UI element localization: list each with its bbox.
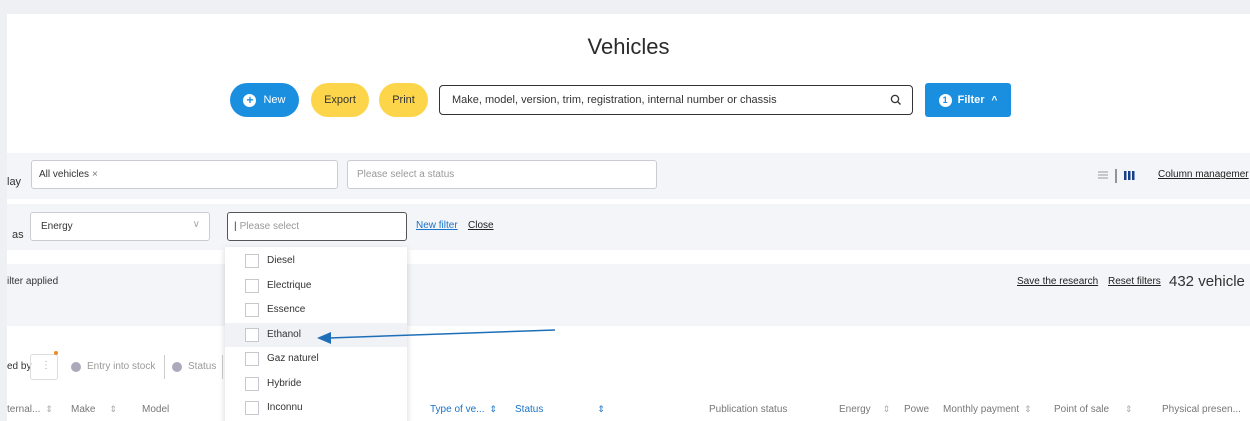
option-checkbox[interactable]: [245, 328, 259, 342]
search-placeholder: Make, model, version, trim, registration…: [452, 94, 777, 106]
option-checkbox[interactable]: [245, 254, 259, 268]
sorted-by-label: ed by: [7, 361, 32, 372]
column-header[interactable]: Model: [142, 404, 169, 415]
option-checkbox[interactable]: [245, 303, 259, 317]
filter-value-input[interactable]: | Please select: [227, 212, 407, 241]
print-button[interactable]: Print: [379, 83, 428, 117]
column-header[interactable]: Status ⇕: [515, 404, 605, 415]
column-header[interactable]: ternal... ⇕: [7, 404, 53, 415]
dropdown-option[interactable]: Gaz naturel: [225, 347, 407, 371]
plus-icon: +: [243, 93, 257, 107]
export-button-label: Export: [324, 94, 356, 106]
results-bar: [7, 264, 1250, 326]
sort-indicator-dot: [54, 351, 58, 355]
option-checkbox[interactable]: [245, 377, 259, 391]
sort-chip-status[interactable]: Status: [172, 361, 216, 372]
sort-chip-entry-label: Entry into stock: [87, 361, 156, 372]
chevron-down-icon: ∨: [192, 219, 200, 230]
filter-row-label: as: [12, 229, 24, 241]
column-header[interactable]: Monthly payment ⇕: [943, 404, 1032, 415]
new-button[interactable]: + New: [230, 83, 299, 117]
filter-applied-text: ilter applied: [7, 276, 59, 287]
sort-chip-icon: [71, 361, 81, 372]
dropdown-option[interactable]: Hybride: [225, 372, 407, 396]
sort-chip-entry[interactable]: Entry into stock: [71, 361, 155, 372]
column-header[interactable]: Type of ve... ⇕: [430, 404, 497, 415]
status-select[interactable]: Please select a status: [347, 160, 657, 189]
column-header[interactable]: Powe: [904, 404, 929, 415]
energy-dropdown-menu: Diesel Electrique Essence Ethanol Gaz na…: [225, 247, 407, 421]
close-filter-link[interactable]: Close: [468, 220, 494, 231]
divider: [222, 355, 223, 379]
search-input[interactable]: Make, model, version, trim, registration…: [439, 85, 913, 115]
dropdown-option-highlighted[interactable]: Ethanol: [225, 323, 407, 347]
column-management-link[interactable]: Column managemer: [1158, 169, 1249, 180]
chip-label: All vehicles: [39, 169, 90, 180]
sort-chip-status-label: Status: [188, 361, 217, 372]
filter-button-label: Filter: [957, 94, 985, 106]
view-toggle[interactable]: [1096, 169, 1152, 183]
column-header[interactable]: Publication status: [709, 404, 787, 415]
dropdown-option[interactable]: Essence: [225, 298, 407, 322]
dropdown-option[interactable]: Inconnu: [225, 396, 407, 420]
chevron-up-icon: ^: [991, 94, 998, 106]
divider: [164, 355, 165, 379]
option-checkbox[interactable]: [245, 279, 259, 293]
filter-count-badge: 1: [938, 93, 952, 107]
vehicles-panel: Vehicles + New Export Print Make, model,…: [7, 14, 1250, 421]
option-checkbox[interactable]: [245, 352, 259, 366]
option-checkbox[interactable]: [245, 401, 259, 415]
all-vehicles-chip[interactable]: All vehicles ×: [39, 169, 98, 180]
export-button[interactable]: Export: [311, 83, 369, 117]
page-title: Vehicles: [587, 34, 670, 59]
filter-field-select[interactable]: Energy ∨: [30, 212, 210, 241]
vehicle-count: 432 vehicle: [1169, 273, 1245, 290]
column-header[interactable]: Make ⇕: [71, 404, 117, 415]
new-filter-link[interactable]: New filter: [416, 220, 458, 231]
column-view-icon: [1124, 171, 1135, 180]
filter-field-value: Energy: [41, 221, 73, 232]
filter-button[interactable]: 1 Filter ^: [925, 83, 1011, 117]
status-placeholder: Please select a status: [357, 169, 455, 180]
column-header[interactable]: Energy ⇕: [839, 404, 890, 415]
column-header[interactable]: Point of sale ⇕: [1054, 404, 1133, 415]
dropdown-option[interactable]: Electrique: [225, 274, 407, 298]
new-button-label: New: [263, 94, 286, 106]
display-select[interactable]: All vehicles ×: [31, 160, 338, 189]
display-label: lay: [7, 176, 22, 188]
filter-value-placeholder: Please select: [239, 221, 300, 232]
search-icon[interactable]: [889, 93, 903, 107]
reset-filters-link[interactable]: Reset filters: [1108, 276, 1161, 287]
list-view-icon: [1098, 171, 1108, 179]
more-vertical-icon[interactable]: ⋮: [41, 360, 51, 371]
text-cursor: |: [234, 221, 237, 232]
column-header[interactable]: Physical presen...: [1162, 404, 1241, 415]
print-button-label: Print: [392, 94, 415, 106]
dropdown-option[interactable]: Diesel: [225, 249, 407, 273]
save-research-link[interactable]: Save the research: [1017, 276, 1098, 287]
sort-chip-icon: [172, 361, 182, 372]
remove-chip-icon[interactable]: ×: [92, 169, 98, 180]
